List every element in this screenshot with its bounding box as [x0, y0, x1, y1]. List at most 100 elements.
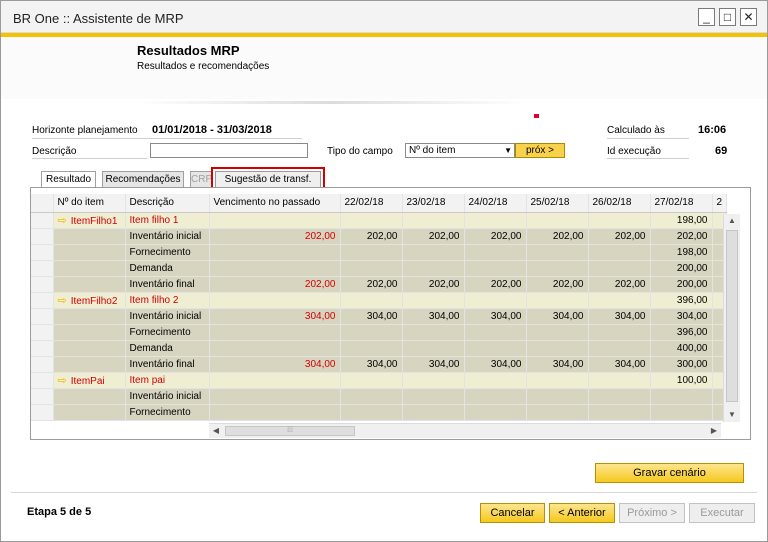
past-due-cell[interactable] — [209, 388, 341, 405]
past-due-cell[interactable] — [209, 292, 341, 309]
maximize-button[interactable]: □ — [719, 8, 736, 26]
value-cell[interactable]: 202,00 — [402, 276, 465, 293]
value-cell[interactable]: 202,00 — [340, 228, 403, 245]
value-cell[interactable] — [340, 340, 403, 357]
past-due-cell[interactable] — [209, 340, 341, 357]
past-due-cell[interactable]: 202,00 — [209, 276, 341, 293]
row-header[interactable] — [31, 356, 54, 373]
value-cell[interactable]: 200,00 — [650, 276, 713, 293]
item-cell[interactable]: ⇨ ItemFilho2 — [53, 292, 126, 309]
value-cell[interactable]: 304,00 — [526, 356, 589, 373]
column-header[interactable]: 25/02/18 — [526, 194, 589, 213]
item-cell[interactable] — [53, 356, 126, 373]
past-due-cell[interactable] — [209, 260, 341, 277]
tipo-campo-select[interactable]: Nº do item ▼ — [405, 143, 515, 158]
link-arrow-icon[interactable]: ⇨ — [58, 215, 67, 227]
scroll-thumb[interactable]: ⁞⁞⁞ — [225, 426, 355, 436]
minimize-button[interactable]: _ — [698, 8, 715, 26]
value-cell[interactable] — [526, 372, 589, 389]
value-cell[interactable]: 198,00 — [650, 244, 713, 261]
table-row[interactable]: Demanda 200,00 — [31, 260, 728, 277]
past-due-cell[interactable] — [209, 324, 341, 341]
value-cell[interactable]: 100,00 — [650, 372, 713, 389]
item-cell[interactable] — [53, 308, 126, 325]
scroll-down-icon[interactable]: ▼ — [724, 408, 740, 422]
value-cell[interactable]: 200,00 — [650, 260, 713, 277]
value-cell[interactable] — [340, 260, 403, 277]
table-row[interactable]: ⇨ ItemFilho1 Item filho 1 198,00 — [31, 212, 728, 229]
value-cell[interactable] — [402, 260, 465, 277]
column-header[interactable]: 22/02/18 — [340, 194, 403, 213]
value-cell[interactable]: 400,00 — [650, 340, 713, 357]
row-header[interactable] — [31, 228, 54, 245]
value-cell[interactable] — [464, 372, 527, 389]
table-row[interactable]: Inventário inicial 304,00 304,00 304,00 304,… — [31, 308, 728, 325]
horizontal-scrollbar[interactable]: ◀ ⁞⁞⁞ ▶ — [209, 423, 721, 438]
anterior-button[interactable]: < Anterior — [549, 503, 615, 523]
row-header[interactable] — [31, 388, 54, 405]
row-header[interactable] — [31, 308, 54, 325]
description-cell[interactable]: Inventário inicial — [125, 308, 210, 325]
value-cell[interactable]: 198,00 — [650, 212, 713, 229]
column-header[interactable]: 23/02/18 — [402, 194, 465, 213]
value-cell[interactable]: 304,00 — [650, 308, 713, 325]
value-cell[interactable] — [588, 340, 651, 357]
vertical-scrollbar[interactable]: ▲ ▼ — [723, 214, 740, 422]
past-due-cell[interactable] — [209, 404, 341, 421]
value-cell[interactable] — [402, 372, 465, 389]
value-cell[interactable]: 202,00 — [464, 276, 527, 293]
value-cell[interactable]: 304,00 — [340, 356, 403, 373]
value-cell[interactable] — [402, 212, 465, 229]
value-cell[interactable] — [340, 244, 403, 261]
value-cell[interactable]: 304,00 — [464, 308, 527, 325]
description-cell[interactable]: Inventário inicial — [125, 228, 210, 245]
row-header[interactable] — [31, 404, 54, 421]
tab-recomendacoes[interactable]: Recomendações — [102, 171, 184, 188]
value-cell[interactable] — [340, 292, 403, 309]
value-cell[interactable]: 304,00 — [402, 356, 465, 373]
gravar-cenario-button[interactable]: Gravar cenário — [595, 463, 744, 483]
item-cell[interactable] — [53, 404, 126, 421]
past-due-cell[interactable] — [209, 244, 341, 261]
table-row[interactable]: Fornecimento 198,00 — [31, 244, 728, 261]
value-cell[interactable] — [526, 212, 589, 229]
item-cell[interactable] — [53, 260, 126, 277]
column-header[interactable]: Vencimento no passado — [209, 194, 341, 213]
item-cell[interactable] — [53, 244, 126, 261]
value-cell[interactable] — [650, 404, 713, 421]
past-due-cell[interactable] — [209, 372, 341, 389]
description-cell[interactable]: Inventário final — [125, 356, 210, 373]
value-cell[interactable]: 304,00 — [588, 356, 651, 373]
value-cell[interactable] — [526, 324, 589, 341]
row-header[interactable] — [31, 340, 54, 357]
row-header[interactable] — [31, 372, 54, 389]
item-cell[interactable] — [53, 324, 126, 341]
value-cell[interactable] — [526, 340, 589, 357]
value-cell[interactable] — [464, 212, 527, 229]
value-cell[interactable]: 304,00 — [340, 308, 403, 325]
value-cell[interactable] — [588, 372, 651, 389]
link-arrow-icon[interactable]: ⇨ — [58, 295, 67, 307]
value-cell[interactable] — [464, 404, 527, 421]
value-cell[interactable] — [402, 292, 465, 309]
value-cell[interactable] — [464, 388, 527, 405]
row-header[interactable] — [31, 244, 54, 261]
link-arrow-icon[interactable]: ⇨ — [58, 375, 67, 387]
value-cell[interactable] — [402, 388, 465, 405]
value-cell[interactable] — [464, 260, 527, 277]
value-cell[interactable]: 202,00 — [340, 276, 403, 293]
column-header[interactable]: Nº do item — [53, 194, 126, 213]
prox-button[interactable]: próx > — [515, 143, 565, 158]
item-cell[interactable] — [53, 340, 126, 357]
row-header[interactable] — [31, 276, 54, 293]
row-header[interactable] — [31, 292, 54, 309]
value-cell[interactable]: 202,00 — [526, 276, 589, 293]
cancel-button[interactable]: Cancelar — [480, 503, 545, 523]
value-cell[interactable]: 202,00 — [402, 228, 465, 245]
value-cell[interactable] — [588, 388, 651, 405]
table-row[interactable]: Inventário inicial — [31, 388, 728, 405]
value-cell[interactable]: 396,00 — [650, 292, 713, 309]
description-cell[interactable]: Item pai — [125, 372, 210, 389]
value-cell[interactable] — [526, 388, 589, 405]
column-header[interactable]: 26/02/18 — [588, 194, 651, 213]
